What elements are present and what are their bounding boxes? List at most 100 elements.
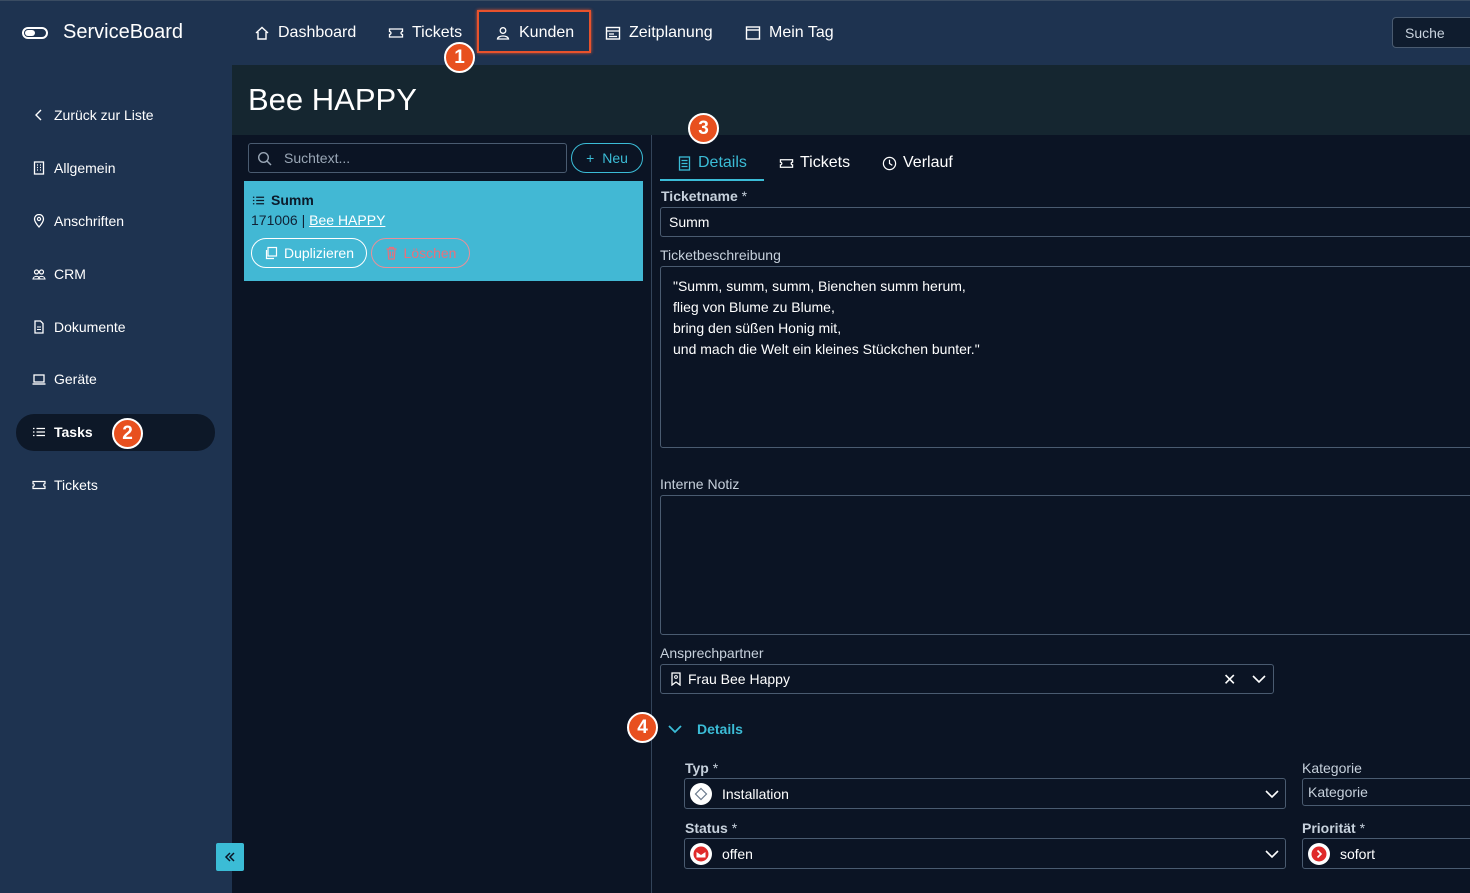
list-icon <box>252 196 265 204</box>
new-task-label: Neu <box>602 150 628 166</box>
priority-icon <box>1308 842 1330 865</box>
typ-select[interactable]: Installation <box>684 778 1286 809</box>
delete-button[interactable]: Löschen <box>371 238 470 268</box>
window-icon <box>745 26 761 40</box>
prio-label: Priorität * <box>1302 820 1365 836</box>
sidebar-item-crm-label: CRM <box>54 266 86 282</box>
plus-icon: + <box>586 150 595 166</box>
sidebar-item-tasks[interactable]: Tasks <box>32 421 93 443</box>
contact-value: Frau Bee Happy <box>688 671 790 687</box>
chevron-down-icon <box>1265 850 1279 859</box>
nav-mein-tag-label: Mein Tag <box>769 24 834 41</box>
page-header <box>232 65 1470 135</box>
typ-label-text: Typ <box>685 760 709 776</box>
note-textarea[interactable] <box>660 495 1470 635</box>
form-icon <box>678 155 691 171</box>
building-icon <box>33 161 45 175</box>
page-title: Bee HAPPY <box>248 82 417 117</box>
description-line: und mach die Welt ein kleines Stückchen … <box>673 341 980 357</box>
task-card-subtitle: 171006 | Bee HAPPY <box>251 212 385 228</box>
nav-tickets[interactable]: Tickets <box>388 22 462 44</box>
step-badge-4: 4 <box>627 712 658 743</box>
required-mark: * <box>731 820 738 836</box>
nav-tickets-label: Tickets <box>412 24 463 41</box>
sidebar-item-allgemein[interactable]: Allgemein <box>32 157 115 179</box>
customer-link[interactable]: Bee HAPPY <box>309 212 385 228</box>
status-label-text: Status <box>685 820 728 836</box>
nav-kunden[interactable]: Kunden <box>495 22 574 44</box>
details-section-toggle[interactable]: Details <box>667 721 743 737</box>
duplicate-label: Duplizieren <box>283 245 355 261</box>
sidebar-item-crm[interactable]: CRM <box>32 263 86 285</box>
close-icon[interactable]: ✕ <box>1223 670 1236 690</box>
copy-icon <box>265 246 278 260</box>
nav-kunden-label: Kunden <box>519 24 575 41</box>
sidebar-item-tickets[interactable]: Tickets <box>32 474 98 496</box>
status-select[interactable]: offen <box>684 838 1286 869</box>
new-task-button[interactable]: + Neu <box>571 143 643 173</box>
status-value: offen <box>722 845 753 862</box>
tab-tickets[interactable]: Tickets <box>779 152 850 174</box>
sidebar-item-anschriften[interactable]: Anschriften <box>32 210 124 232</box>
tab-verlauf[interactable]: Verlauf <box>882 152 953 174</box>
ticket-icon <box>32 480 46 490</box>
ticketname-label-text: Ticketname <box>661 188 738 204</box>
separator: | <box>301 212 306 228</box>
ticket-icon <box>779 158 794 168</box>
double-chevron-left-icon <box>224 852 235 862</box>
sidebar-item-tickets-label: Tickets <box>54 477 98 493</box>
sidebar-item-back-label: Zurück zur Liste <box>54 107 154 123</box>
task-card-title: Summ <box>252 192 314 208</box>
tab-details[interactable]: Details <box>677 152 747 174</box>
laptop-icon <box>32 374 46 385</box>
ticket-icon <box>388 28 404 38</box>
step-badge-1: 1 <box>444 42 475 73</box>
logo-icon <box>22 27 48 39</box>
sidebar-item-dokumente-label: Dokumente <box>54 319 126 335</box>
description-line: bring den süßen Honig mit, <box>673 320 842 336</box>
sidebar-collapse-button[interactable] <box>216 843 244 871</box>
contact-select[interactable]: Frau Bee Happy <box>660 664 1274 694</box>
tab-details-label: Details <box>698 154 747 171</box>
required-mark: * <box>1359 820 1366 836</box>
sidebar-item-back[interactable]: Zurück zur Liste <box>32 104 154 126</box>
contact-label: Ansprechpartner <box>660 645 764 661</box>
nav-zeitplanung-label: Zeitplanung <box>629 24 713 41</box>
ticketname-input[interactable]: Summ <box>660 207 1470 237</box>
global-search-input[interactable]: Suche <box>1392 17 1470 48</box>
chevron-down-icon[interactable] <box>1251 671 1267 687</box>
pin-icon <box>33 214 45 228</box>
step-badge-3: 3 <box>688 113 719 144</box>
sidebar-item-tasks-label: Tasks <box>54 424 93 440</box>
prio-select[interactable]: sofort <box>1302 838 1470 869</box>
sidebar-item-dokumente[interactable]: Dokumente <box>32 316 126 338</box>
prio-label-text: Priorität <box>1302 820 1356 836</box>
description-textarea[interactable]: "Summ, summ, summ, Bienchen summ herum, … <box>660 266 1470 448</box>
kategorie-select[interactable]: Kategorie <box>1302 778 1470 806</box>
nav-mein-tag[interactable]: Mein Tag <box>745 22 834 44</box>
home-icon <box>255 26 269 40</box>
calendar-icon <box>605 26 621 40</box>
delete-label: Löschen <box>403 245 457 261</box>
nav-dashboard[interactable]: Dashboard <box>254 22 356 44</box>
task-search-input[interactable] <box>284 150 554 166</box>
description-line: "Summ, summ, summ, Bienchen summ herum, <box>673 278 966 294</box>
required-mark: * <box>712 760 719 776</box>
tab-verlauf-label: Verlauf <box>903 154 953 171</box>
active-tab-indicator <box>660 179 764 181</box>
sidebar-item-geraete[interactable]: Geräte <box>32 368 97 390</box>
app-brand[interactable]: ServiceBoard <box>63 21 183 44</box>
nav-zeitplanung[interactable]: Zeitplanung <box>605 22 713 44</box>
trash-icon <box>386 246 397 260</box>
typ-label: Typ * <box>685 760 718 776</box>
task-search-field[interactable] <box>248 143 567 173</box>
duplicate-button[interactable]: Duplizieren <box>251 238 367 268</box>
nav-dashboard-label: Dashboard <box>278 24 357 41</box>
typ-value: Installation <box>722 785 789 802</box>
step-badge-2: 2 <box>112 418 143 449</box>
note-label: Interne Notiz <box>660 476 740 492</box>
document-icon <box>34 320 44 334</box>
ticketname-label: Ticketname * <box>661 188 747 204</box>
details-section-label: Details <box>697 721 743 737</box>
chevron-down-icon <box>668 725 682 734</box>
